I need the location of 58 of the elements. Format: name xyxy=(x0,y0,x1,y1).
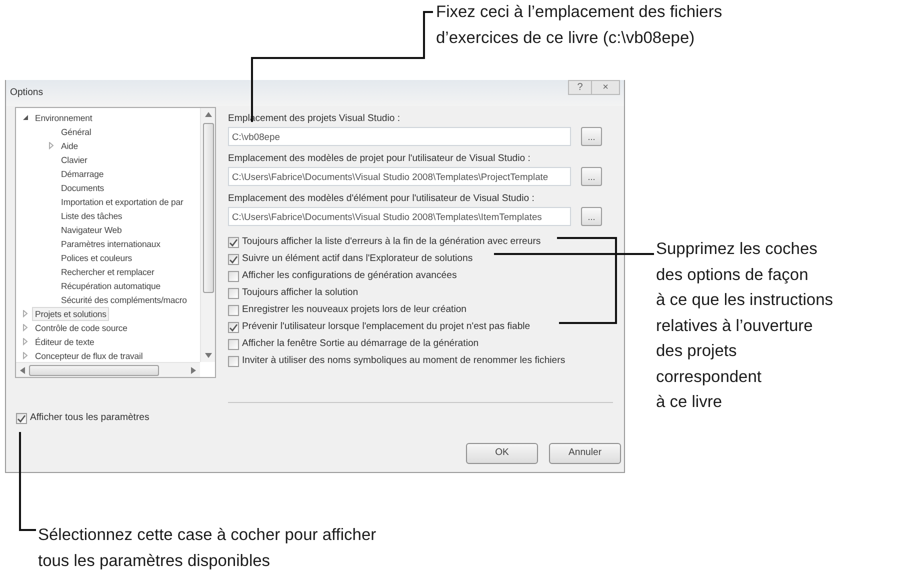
window-title: Options xyxy=(10,86,44,100)
callout-text: Sélectionnez cette case à cocher pour afficher tous les paramètres disponibles xyxy=(38,525,378,572)
checkbox-label: Toujours afficher la solution xyxy=(242,286,358,300)
checkbox-label: Afficher tous les paramètres xyxy=(30,411,150,426)
tree-item[interactable]: Contrôle de code source xyxy=(16,321,200,335)
tree-item[interactable]: Clavier xyxy=(16,153,200,167)
scroll-left-icon[interactable] xyxy=(20,366,25,374)
field-label: Emplacement des modèles d'élément pour l'utilisateur de Visual Studio : xyxy=(228,192,536,205)
path-field[interactable]: C:\Users\Fabrice\Documents\Visual Studio 2008\Templates\ProjectTemplate xyxy=(228,167,571,186)
checkbox-label: Afficher les configurations de génération avancées xyxy=(242,269,457,284)
scroll-up-icon[interactable] xyxy=(204,112,212,117)
browse-button[interactable]: ... xyxy=(581,207,602,226)
path-field[interactable]: C:\vb08epe xyxy=(228,127,571,146)
scroll-down-icon[interactable] xyxy=(204,353,212,358)
help-button[interactable]: ? xyxy=(568,80,592,95)
path-field[interactable]: C:\Users\Fabrice\Documents\Visual Studio 2008\Templates\ItemTemplates xyxy=(228,207,571,226)
vertical-scrollbar[interactable] xyxy=(200,108,215,362)
tree-item[interactable]: Récupération automatique xyxy=(16,279,200,293)
checkbox[interactable] xyxy=(228,356,239,367)
checkbox-label: Afficher la fenêtre Sortie au démarrage de la génération xyxy=(242,337,479,352)
tree-item[interactable]: Paramètres internationaux xyxy=(16,237,200,251)
checkbox-label: Toujours afficher la liste d'erreurs à la fin de la génération avec erreurs xyxy=(242,235,541,250)
tree-item[interactable]: Projets et solutions xyxy=(16,307,200,321)
browse-button[interactable]: ... xyxy=(581,167,602,186)
tree-item[interactable]: Importation et exportation de par xyxy=(16,195,200,209)
field-label: Emplacement des modèles de projet pour l'utilisateur de Visual Studio : xyxy=(228,152,532,165)
checkbox[interactable] xyxy=(228,288,239,299)
checkbox-label: Prévenir l'utilisateur lorsque l'emplacement du projet n'est pas fiable xyxy=(242,320,530,334)
checkbox[interactable] xyxy=(228,322,239,333)
tree-item[interactable]: Général xyxy=(16,125,200,139)
checkbox[interactable] xyxy=(16,413,27,424)
callout-text: Fixez ceci à l’emplacement des fichiers d’exercices de ce livre (c:\vb08epe) xyxy=(436,2,724,48)
tree-item[interactable]: Aide xyxy=(16,139,200,153)
tree-item[interactable]: Éditeur de texte xyxy=(16,335,200,349)
cancel-button[interactable]: Annuler xyxy=(549,443,621,464)
checkbox-label: Inviter à utiliser des noms symboliques au moment de renommer les fichiers xyxy=(242,354,566,368)
checkbox-label: Enregistrer les nouveaux projets lors de leur création xyxy=(242,303,467,318)
tree-item[interactable]: Concepteur de flux de travail xyxy=(16,349,200,362)
ok-button[interactable]: OK xyxy=(466,443,538,464)
tree-item[interactable]: Sécurité des compléments/macro xyxy=(16,293,200,307)
callout-text: Supprimez les coches des options de façon à ce que les instructions relatives à l’ouverture des projets correspondent à ce livre xyxy=(656,239,834,413)
checkbox[interactable] xyxy=(228,305,239,316)
scroll-right-icon[interactable] xyxy=(191,366,196,374)
horizontal-scrollbar[interactable] xyxy=(16,362,200,377)
browse-button[interactable]: ... xyxy=(581,127,602,146)
close-button[interactable]: × xyxy=(592,80,620,95)
tree-item[interactable]: Démarrage xyxy=(16,167,200,181)
tree-item[interactable]: Documents xyxy=(16,181,200,195)
checkbox-label: Suivre un élément actif dans l'Explorateur de solutions xyxy=(242,252,473,266)
tree-item[interactable]: Polices et couleurs xyxy=(16,251,200,265)
tree-item[interactable]: Environnement xyxy=(16,111,200,125)
checkbox[interactable] xyxy=(228,339,239,350)
tree-item[interactable]: Liste des tâches xyxy=(16,209,200,223)
checkbox[interactable] xyxy=(228,271,239,282)
checkbox[interactable] xyxy=(228,237,239,248)
checkbox[interactable] xyxy=(228,254,239,265)
tree-item[interactable]: Navigateur Web xyxy=(16,223,200,237)
tree-item[interactable]: Rechercher et remplacer xyxy=(16,265,200,279)
